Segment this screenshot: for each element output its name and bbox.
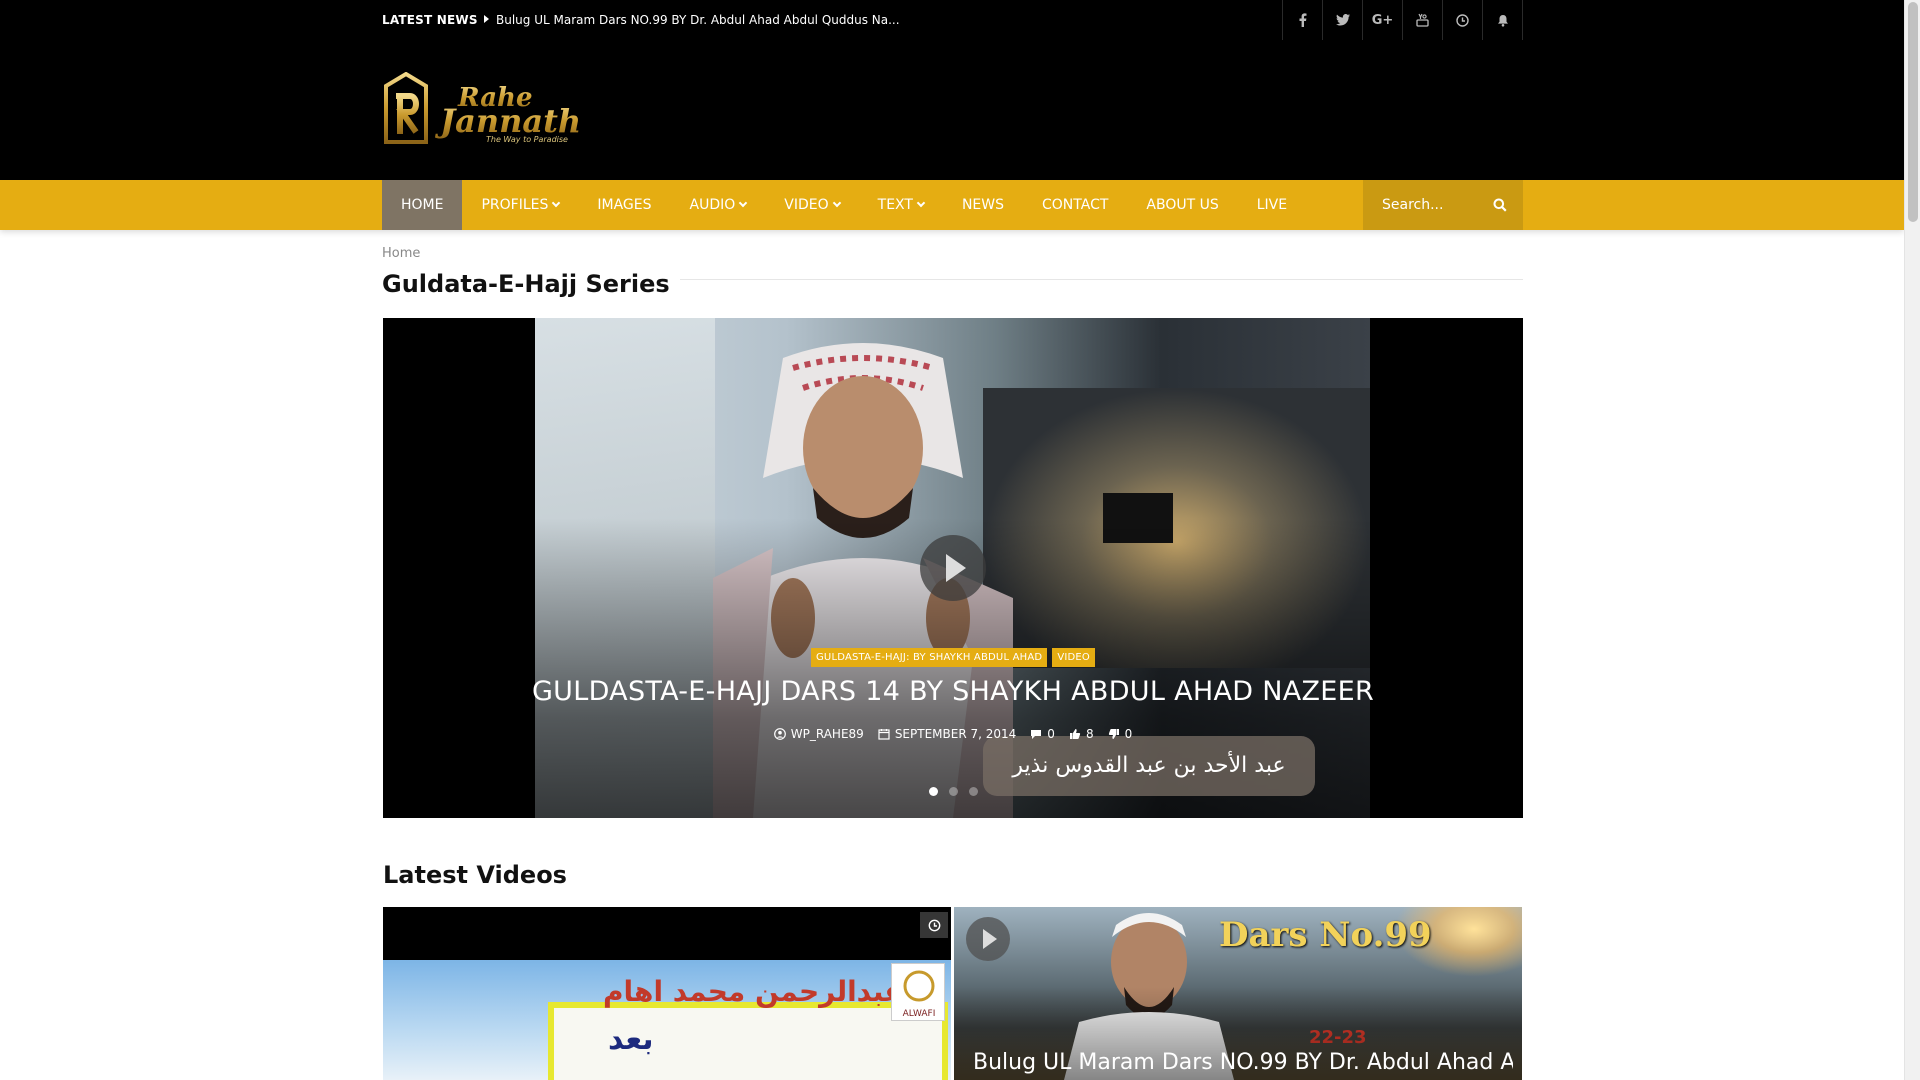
- category-badge[interactable]: VIDEO: [1052, 648, 1095, 667]
- slider-pagination: [383, 787, 1523, 796]
- arrow-right-icon: [483, 15, 489, 23]
- author-meta[interactable]: WP_RAHE89: [773, 726, 864, 742]
- chevron-down-icon: [916, 198, 926, 208]
- chevron-down-icon: [552, 198, 561, 208]
- nav-menu: HOME PROFILES IMAGES AUDIO VIDEO TEXT NE…: [382, 180, 1306, 230]
- page-title: Guldata-E-Hajj Series: [382, 270, 680, 298]
- latest-news-label: LATEST NEWS: [382, 0, 489, 40]
- post-date: SEPTEMBER 7, 2014: [894, 727, 1017, 741]
- nav-item-label: HOME: [401, 197, 444, 213]
- nav-item-label: TEXT: [877, 197, 913, 213]
- nav-item-label: LIVE: [1256, 197, 1288, 213]
- page-scrollbar[interactable]: [1904, 0, 1920, 1080]
- clock-icon[interactable]: [1443, 0, 1483, 40]
- video-card[interactable]: عبدالرحمن محمد اهام بعد ALWAFI: [383, 907, 951, 1080]
- comment-icon: [1031, 730, 1042, 739]
- dislikes-count: 0: [1124, 727, 1133, 741]
- channel-logo-text: ALWAFI: [903, 1009, 936, 1019]
- latest-videos-heading: Latest Videos: [383, 861, 567, 889]
- latest-news-label-text: LATEST NEWS: [382, 13, 478, 27]
- nav-item-about-us[interactable]: ABOUT US: [1127, 180, 1237, 230]
- site-header: [0, 40, 1904, 180]
- nav-item-profiles[interactable]: PROFILES: [462, 180, 578, 230]
- nav-item-label: NEWS: [961, 197, 1004, 213]
- comments-count: 0: [1047, 727, 1055, 741]
- nav-item-label: IMAGES: [597, 197, 652, 213]
- nav-item-video[interactable]: VIDEO: [765, 180, 858, 230]
- video-thumbnail-top: [383, 907, 951, 960]
- slider-dot[interactable]: [948, 787, 958, 796]
- nav-item-text[interactable]: TEXT: [859, 180, 943, 230]
- latest-news-ticker[interactable]: Bulug UL Maram Dars NO.99 BY Dr. Abdul A…: [496, 0, 900, 40]
- watch-later-button[interactable]: [920, 912, 948, 938]
- slide-categories: GULDASTA-E-HAJJ: BY SHAYKH ABDUL AHAD VI…: [383, 648, 1523, 667]
- featured-slider[interactable]: عبد الأحد بن عبد القدوس نذير GULDASTA-E-…: [383, 318, 1523, 818]
- social-links: G+: [1282, 0, 1523, 40]
- main-navigation: HOME PROFILES IMAGES AUDIO VIDEO TEXT NE…: [0, 180, 1904, 230]
- google-plus-icon[interactable]: G+: [1363, 0, 1403, 40]
- thumbnail-arabic-subtitle: بعد: [608, 1022, 654, 1057]
- dislikes-meta[interactable]: 0: [1108, 726, 1133, 742]
- nav-item-label: VIDEO: [784, 197, 829, 213]
- likes-meta[interactable]: 8: [1069, 726, 1094, 742]
- search-icon[interactable]: [1493, 198, 1507, 212]
- page: LATEST NEWS Bulug UL Maram Dars NO.99 BY…: [0, 0, 1904, 1080]
- nav-item-images[interactable]: IMAGES: [578, 180, 670, 230]
- author-name: WP_RAHE89: [790, 727, 864, 741]
- twitter-icon[interactable]: [1323, 0, 1363, 40]
- video-card[interactable]: Dars No.99 22-23 Bulug UL Maram Dars NO.…: [954, 907, 1522, 1080]
- chevron-down-icon: [832, 198, 841, 208]
- top-bar: LATEST NEWS Bulug UL Maram Dars NO.99 BY…: [0, 0, 1904, 40]
- nav-item-live[interactable]: LIVE: [1238, 180, 1306, 230]
- date-meta: SEPTEMBER 7, 2014: [878, 726, 1016, 742]
- nav-item-label: AUDIO: [689, 197, 736, 213]
- play-icon[interactable]: [966, 917, 1010, 961]
- thumbs-up-icon: [1069, 729, 1081, 739]
- comments-meta[interactable]: 0: [1030, 726, 1055, 742]
- nav-item-audio[interactable]: AUDIO: [671, 180, 766, 230]
- nav-item-label: ABOUT US: [1146, 197, 1219, 213]
- video-card-title[interactable]: Bulug UL Maram Dars NO.99 BY Dr. Abdul A…: [973, 1050, 1513, 1075]
- search-input[interactable]: [1363, 180, 1488, 230]
- nav-item-contact[interactable]: CONTACT: [1023, 180, 1127, 230]
- slide-meta: WP_RAHE89 SEPTEMBER 7, 2014 0 8 0: [383, 726, 1523, 742]
- breadcrumb[interactable]: Home: [382, 246, 420, 261]
- slider-dot[interactable]: [928, 787, 938, 796]
- bell-icon[interactable]: [1483, 0, 1523, 40]
- thumbnail-arabic-title: عبدالرحمن محمد اهام: [603, 975, 904, 1008]
- play-icon[interactable]: [920, 535, 986, 601]
- thumbnail-overlay-text: Dars No.99: [1219, 915, 1432, 955]
- likes-count: 8: [1085, 727, 1094, 741]
- calendar-icon: [878, 729, 890, 740]
- thumbs-down-icon: [1108, 729, 1119, 739]
- scrollbar-thumb[interactable]: [1908, 2, 1918, 222]
- category-badge[interactable]: GULDASTA-E-HAJJ: BY SHAYKH ABDUL AHAD: [810, 648, 1048, 667]
- slide-title[interactable]: GULDASTA-E-HAJJ DARS 14 BY SHAYKH ABDUL …: [383, 676, 1523, 707]
- site-logo[interactable]: Rahe Jannath The Way to Paradise: [382, 71, 607, 146]
- facebook-icon[interactable]: [1283, 0, 1323, 40]
- slider-dot[interactable]: [968, 787, 978, 796]
- chevron-down-icon: [739, 198, 748, 208]
- user-icon: [773, 728, 786, 740]
- youtube-icon[interactable]: [1403, 0, 1443, 40]
- clock-icon: [928, 919, 940, 931]
- search-box: [1363, 180, 1523, 230]
- nav-item-news[interactable]: NEWS: [943, 180, 1023, 230]
- svg-text:The Way to Paradise: The Way to Paradise: [486, 135, 568, 144]
- channel-logo: ALWAFI: [891, 963, 945, 1021]
- nav-item-label: CONTACT: [1042, 197, 1109, 213]
- nav-item-home[interactable]: HOME: [382, 180, 463, 230]
- nav-item-label: PROFILES: [481, 197, 549, 213]
